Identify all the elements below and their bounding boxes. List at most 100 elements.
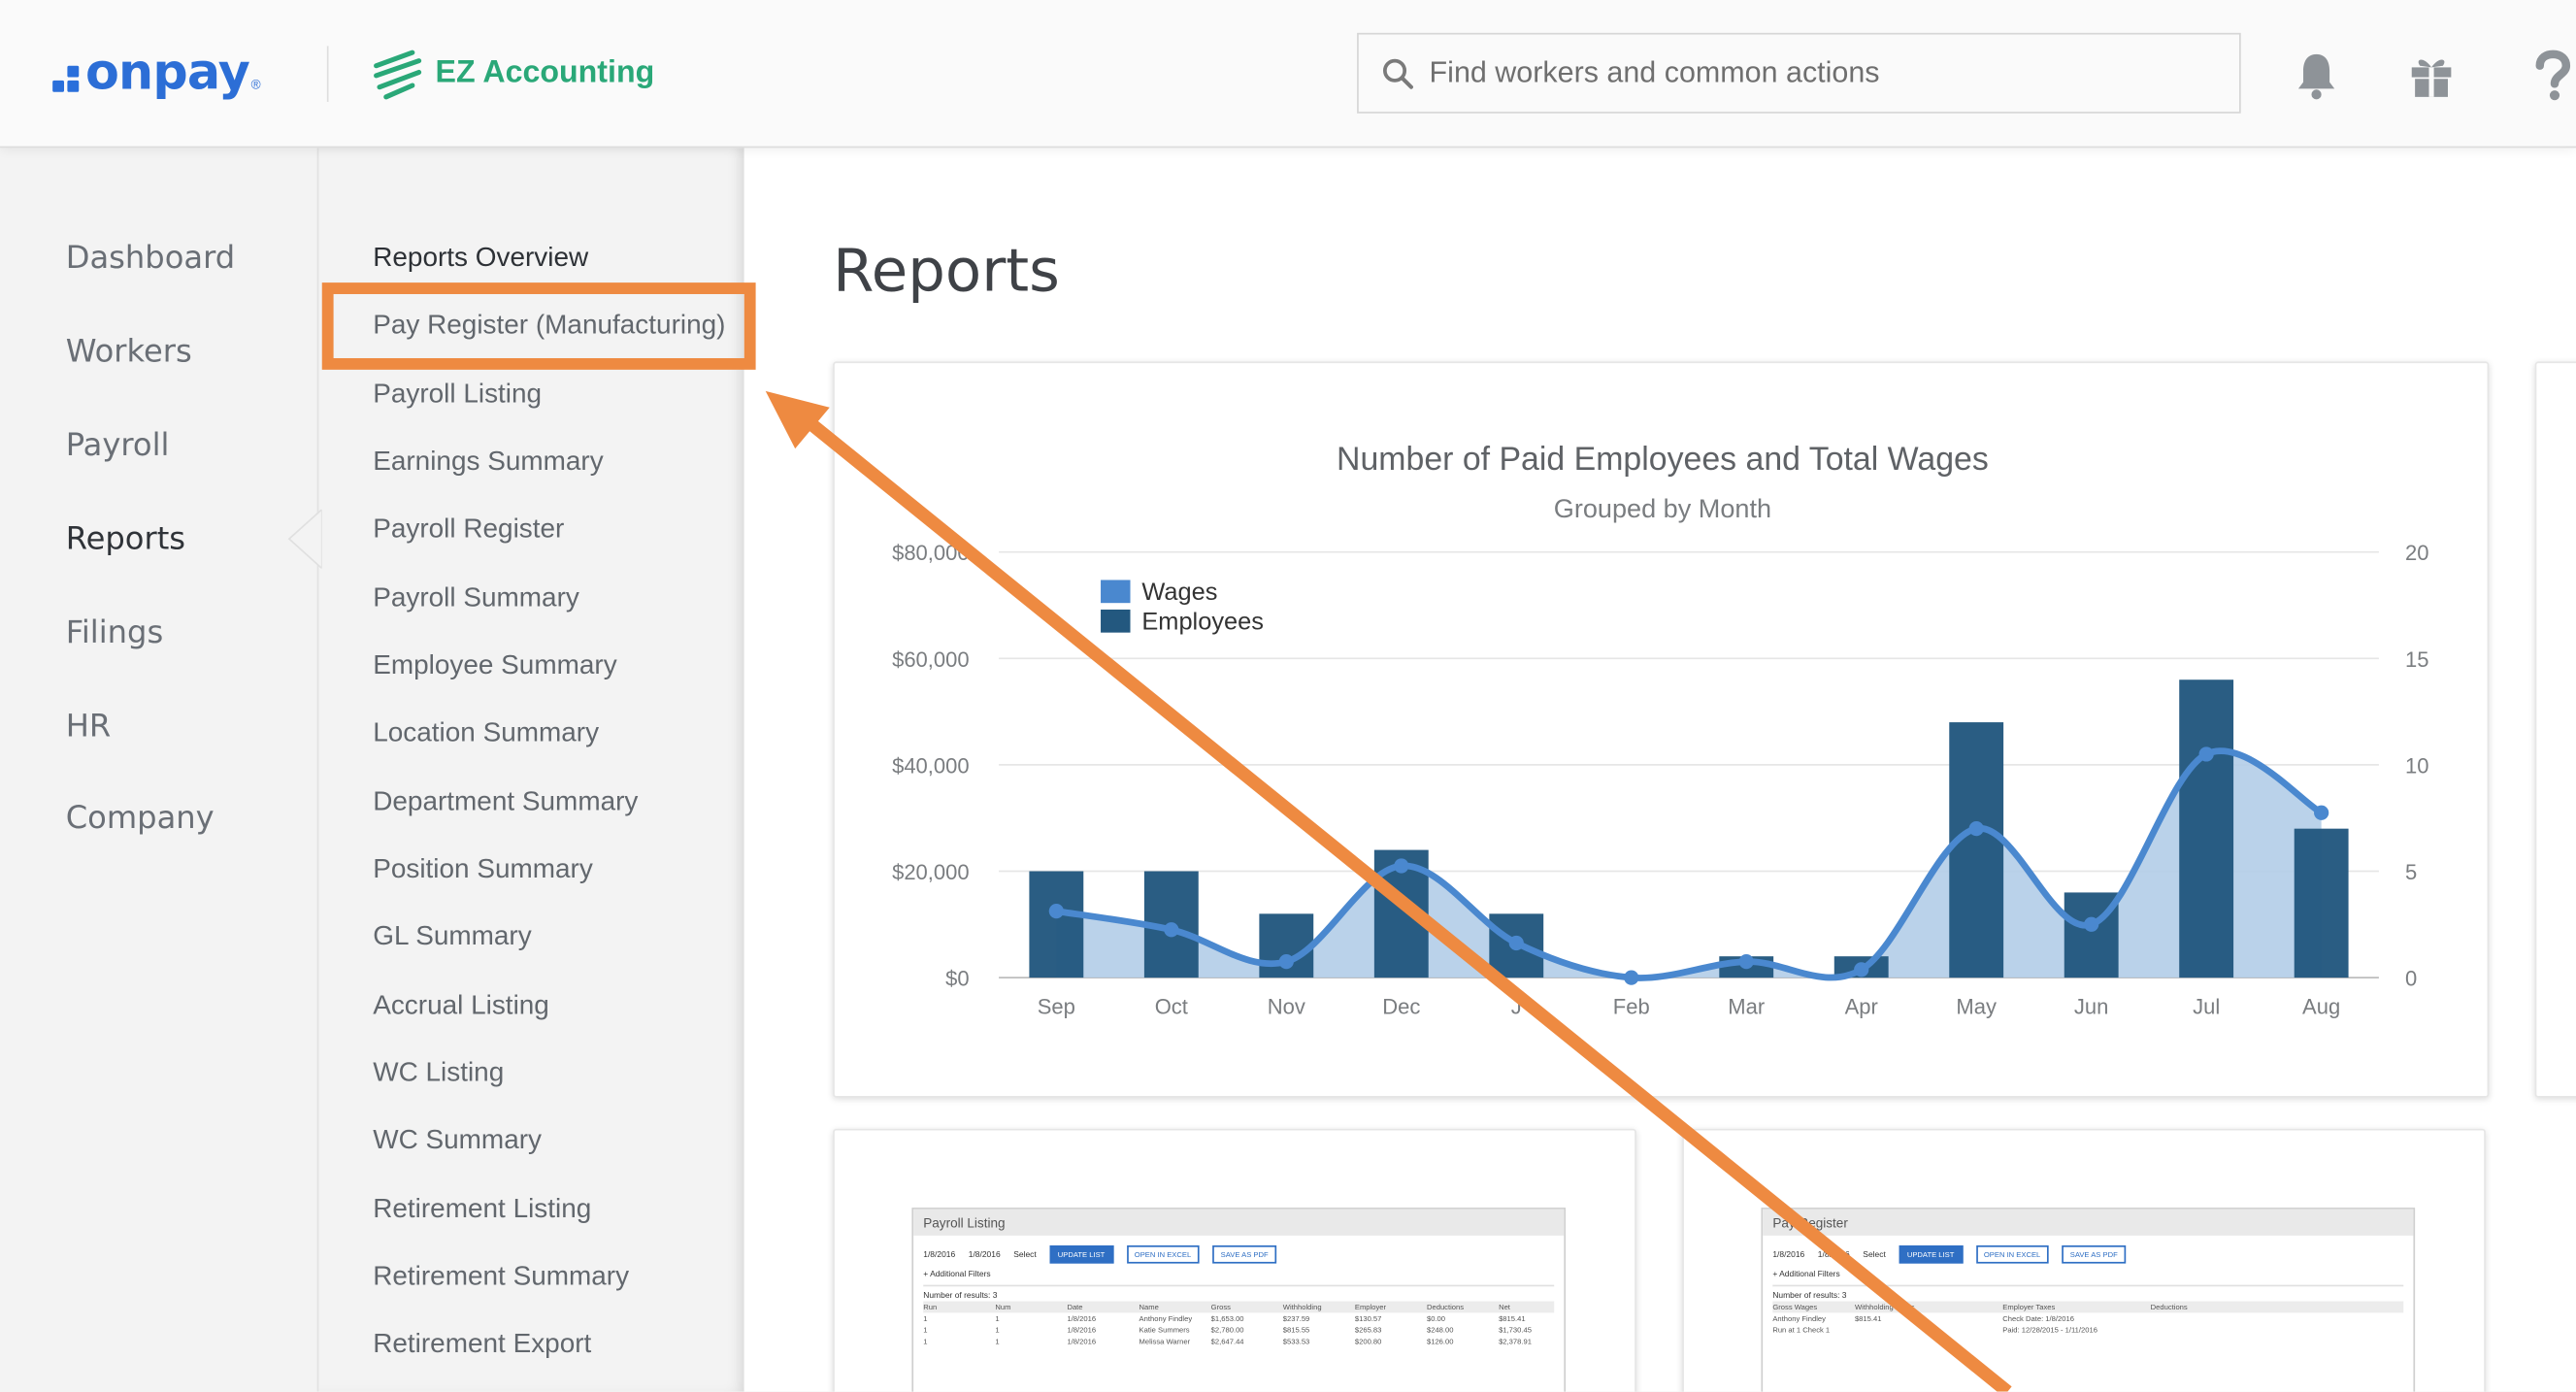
wages-point: [1164, 922, 1179, 938]
thumb-filters: + Additional Filters: [1772, 1270, 1840, 1280]
sidebar-item-dashboard[interactable]: Dashboard: [66, 240, 235, 276]
thumb-excel-button: OPEN IN EXCEL: [1975, 1244, 2049, 1264]
subnav-item-reports-overview[interactable]: Reports Overview: [373, 244, 588, 275]
thumb-table-header: Run Num Date Name Gross Withholding Employer De…: [923, 1301, 1555, 1313]
y-left-tick-label: $80,000: [892, 541, 970, 565]
help-icon[interactable]: [2526, 50, 2576, 102]
wages-point: [1394, 858, 1409, 874]
subnav-item-retirement-listing[interactable]: Retirement Listing: [373, 1195, 591, 1226]
thumb-table-row: 1 1 1/8/2016 Anthony Findley $1,653.00 $237.5…: [923, 1314, 1526, 1323]
partner-name: EZ Accounting: [435, 55, 655, 91]
brand-name: onpay: [85, 43, 250, 102]
wages-point: [2198, 746, 2214, 762]
subnav-item-retirement-summary[interactable]: Retirement Summary: [373, 1262, 629, 1293]
subnav-item-position-summary[interactable]: Position Summary: [373, 854, 593, 885]
partial-card-right[interactable]: [2534, 361, 2576, 1098]
bell-icon[interactable]: [2292, 50, 2341, 102]
x-tick-label: Nov: [1268, 994, 1305, 1018]
y-right-tick-label: 0: [2405, 967, 2417, 991]
x-tick-label: Jul: [2193, 994, 2220, 1018]
wages-point: [1968, 821, 1984, 837]
search-input[interactable]: [1429, 55, 2202, 91]
top-bar: onpay ® EZ Accounting: [0, 0, 2576, 149]
subnav-item-wc-listing[interactable]: WC Listing: [373, 1058, 504, 1089]
thumb-field-to: 1/8/2016: [1817, 1249, 1850, 1260]
wages-point: [1624, 970, 1639, 985]
x-tick-label: Dec: [1382, 994, 1420, 1018]
sidebar: Dashboard Workers Payroll Reports Filing…: [0, 148, 317, 1392]
subnav-item-location-summary[interactable]: Location Summary: [373, 718, 599, 749]
x-tick-label: Apr: [1845, 994, 1878, 1018]
y-left-tick-label: $20,000: [892, 860, 970, 884]
subnav-item-gl-summary[interactable]: GL Summary: [373, 922, 531, 953]
global-search[interactable]: [1357, 32, 2241, 114]
thumb-field-from: 1/8/2016: [923, 1249, 956, 1260]
thumb-table-row: 1 1 1/8/2016 Melissa Warner $2,647.44 $533.53…: [923, 1337, 1532, 1346]
legend-item-wages[interactable]: Wages: [1101, 577, 1264, 606]
chart-legend: Wages Employees: [1101, 577, 1264, 636]
subnav-item-wc-summary[interactable]: WC Summary: [373, 1125, 542, 1156]
thumb-update-button: UPDATE LIST: [1049, 1244, 1113, 1264]
thumb-field-from: 1/8/2016: [1772, 1249, 1805, 1260]
wages-point: [1048, 903, 1064, 919]
thumb-update-button: UPDATE LIST: [1899, 1244, 1963, 1264]
thumb-count: Number of results: 3: [1772, 1291, 1847, 1302]
wages-point: [1508, 935, 1524, 951]
active-pointer-icon: [287, 509, 322, 569]
chart-card[interactable]: Number of Paid Employees and Total Wages…: [833, 361, 2490, 1098]
employees-bar: [2294, 828, 2349, 978]
x-tick-label: Sep: [1038, 994, 1075, 1018]
sidebar-item-reports[interactable]: Reports: [66, 521, 185, 557]
wages-point: [2314, 805, 2329, 820]
legend-item-employees[interactable]: Employees: [1101, 607, 1264, 636]
wages-point: [1738, 954, 1754, 970]
report-preview-payroll-listing: Payroll Listing 1/8/2016 1/8/2016 Select…: [911, 1208, 1567, 1392]
sidebar-item-payroll[interactable]: Payroll: [66, 427, 170, 463]
thumb-field-select: Select: [1863, 1249, 1886, 1260]
thumb-pdf-button: SAVE AS PDF: [2062, 1244, 2127, 1264]
thumb-pdf-button: SAVE AS PDF: [1212, 1244, 1277, 1264]
subnav-item-earnings-summary[interactable]: Earnings Summary: [373, 447, 603, 478]
onpay-logo[interactable]: onpay ®: [52, 43, 261, 102]
subnav-item-department-summary[interactable]: Department Summary: [373, 787, 638, 818]
thumb-table-row: Run at 1 Check 1 Paid: 12/28/2015 - 1/11/…: [1772, 1325, 2097, 1335]
page-title: Reports: [833, 238, 1060, 306]
thumb-excel-button: OPEN IN EXCEL: [1126, 1244, 1200, 1264]
thumb-field-to: 1/8/2016: [968, 1249, 1001, 1260]
partner-logo[interactable]: EZ Accounting: [370, 46, 654, 102]
sidebar-item-hr[interactable]: HR: [66, 709, 112, 745]
subnav-item-payroll-summary[interactable]: Payroll Summary: [373, 583, 579, 614]
employees-bar: [1029, 871, 1084, 978]
chart-plot: $0 $20,000 $40,000 $60,000 $80,000 0 5 10 15 20 Se…: [892, 541, 2428, 1018]
legend-label-wages: Wages: [1141, 577, 1218, 606]
subnav-item-accrual-listing[interactable]: Accrual Listing: [373, 991, 549, 1022]
header-divider: [326, 46, 329, 102]
report-card-pay-register[interactable]: Pay Register 1/8/2016 1/8/2016 Select UP…: [1682, 1128, 2486, 1392]
wages-point: [1278, 954, 1294, 970]
thumb-table-row: Anthony Findley $815.41 Check Date: 1/8/20…: [1772, 1314, 2074, 1323]
gift-icon[interactable]: [2407, 50, 2457, 102]
subnav-item-retirement-export[interactable]: Retirement Export: [373, 1329, 591, 1360]
y-right-tick-label: 15: [2405, 647, 2428, 672]
thumb-field-select: Select: [1013, 1249, 1037, 1260]
sidebar-item-company[interactable]: Company: [66, 800, 215, 836]
subnav-item-payroll-register[interactable]: Payroll Register: [373, 514, 564, 546]
report-card-payroll-listing[interactable]: Payroll Listing 1/8/2016 1/8/2016 Select…: [833, 1128, 1636, 1392]
legend-swatch-employees: [1101, 609, 1131, 633]
legend-label-employees: Employees: [1141, 607, 1264, 636]
report-preview-pay-register: Pay Register 1/8/2016 1/8/2016 Select UP…: [1761, 1208, 2416, 1392]
legend-swatch-wages: [1101, 580, 1131, 604]
y-right-tick-label: 10: [2405, 753, 2428, 778]
logo-mark-icon: [52, 65, 80, 92]
y-left-tick-label: $0: [945, 967, 969, 991]
subnav-item-employee-summary[interactable]: Employee Summary: [373, 650, 616, 681]
x-tick-label: Feb: [1613, 994, 1650, 1018]
sidebar-item-filings[interactable]: Filings: [66, 614, 164, 650]
sidebar-item-workers[interactable]: Workers: [66, 334, 192, 370]
y-left-tick-label: $40,000: [892, 753, 970, 778]
wages-point: [1854, 962, 1869, 978]
thumb-table-row: 1 1 1/8/2016 Katie Summers $2,780.00 $815.55 $…: [923, 1325, 1532, 1335]
subnav-item-payroll-listing[interactable]: Payroll Listing: [373, 380, 542, 411]
x-tick-label: Mar: [1728, 994, 1765, 1018]
thumb-table-header: Gross Wages Withholding Taxes Employer Tax…: [1772, 1301, 2404, 1313]
